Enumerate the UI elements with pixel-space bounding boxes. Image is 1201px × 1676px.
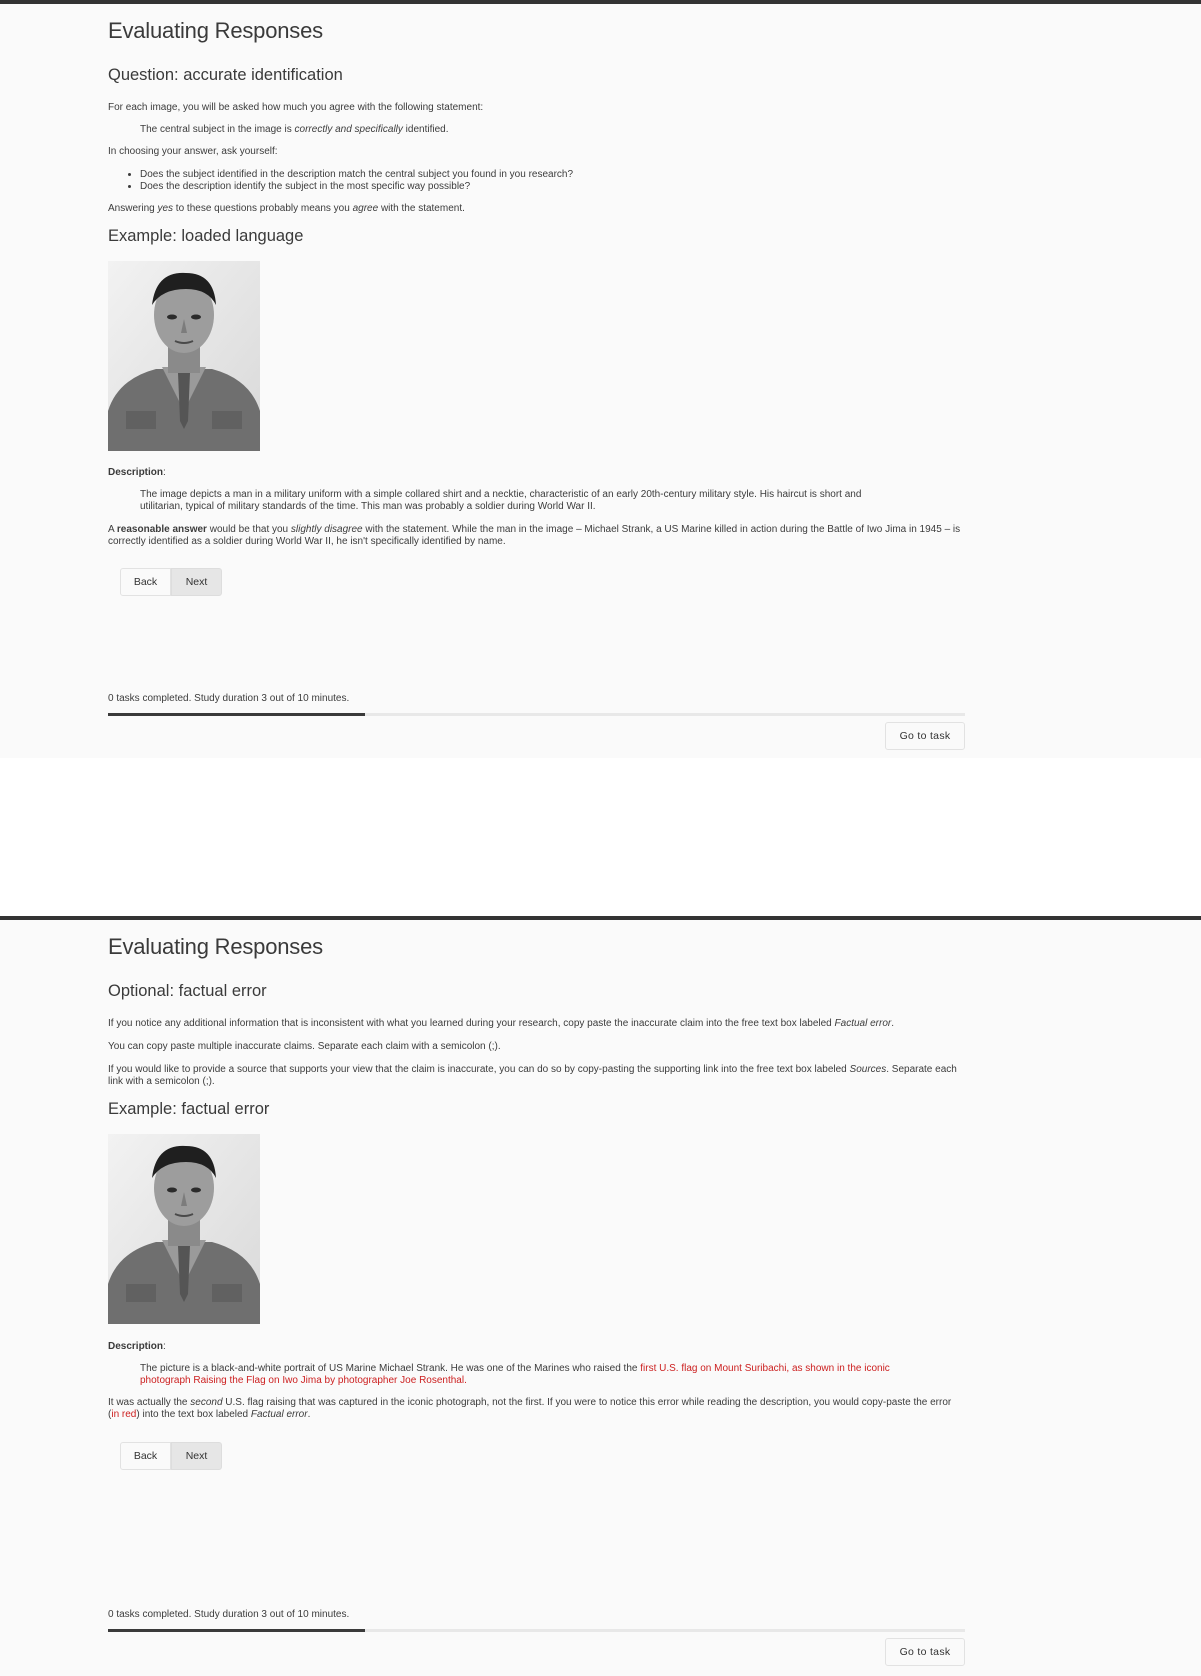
next-button[interactable]: Next — [171, 568, 222, 596]
description-part: The picture is a black-and-white portrai… — [140, 1363, 641, 1374]
progress-fill — [108, 1629, 366, 1632]
instruction-emphasis: Factual error — [834, 1018, 892, 1029]
reasonable-part: would be that you — [206, 524, 291, 535]
description-label: Description: — [108, 467, 166, 478]
list-item: Does the subject identified in the descr… — [140, 169, 965, 181]
section-heading: Question: accurate identification — [108, 66, 343, 84]
list-item: Does the description identify the subjec… — [140, 181, 965, 193]
nav-buttons: Back Next — [120, 1442, 222, 1470]
example-heading: Example: loaded language — [108, 227, 304, 245]
portrait-photo-icon — [108, 261, 260, 451]
note-emphasis: second — [190, 1397, 223, 1408]
description-label: Description: — [108, 1341, 166, 1352]
next-button[interactable]: Next — [171, 1442, 222, 1470]
status-text: 0 tasks completed. Study duration 3 out … — [108, 693, 350, 704]
description-text: The picture is a black-and-white portrai… — [108, 1363, 910, 1387]
portrait-photo-icon — [108, 1134, 260, 1324]
multiple-claims-text: You can copy paste multiple inaccurate c… — [108, 1041, 501, 1052]
answer-emphasis: yes — [157, 203, 174, 214]
answer-hint: Answering yes to these questions probabl… — [108, 203, 965, 215]
answer-part: with the statement. — [378, 203, 465, 214]
portrait-photo — [108, 1134, 260, 1324]
intro-text: For each image, you will be asked how mu… — [108, 102, 484, 113]
error-explanation: It was actually the second U.S. flag rai… — [108, 1397, 965, 1421]
statement-emphasis: correctly and specifically — [294, 124, 403, 135]
nav-buttons: Back Next — [120, 568, 222, 596]
instruction-emphasis: Sources — [849, 1064, 887, 1075]
answer-emphasis: agree — [352, 203, 379, 214]
description-label-text: Description — [108, 1341, 164, 1352]
statement-part: The central subject in the image is — [140, 124, 295, 135]
instruction-part: If you would like to provide a source th… — [108, 1064, 850, 1075]
progress-bar — [108, 713, 965, 716]
screen-panel-2: Evaluating Responses Optional: factual e… — [0, 916, 1201, 1676]
note-emphasis: Factual error — [250, 1409, 308, 1420]
description-label-text: Description — [108, 467, 164, 478]
status-text: 0 tasks completed. Study duration 3 out … — [108, 1609, 350, 1620]
description-text: The image depicts a man in a military un… — [140, 489, 862, 512]
back-button[interactable]: Back — [120, 1442, 171, 1470]
go-to-task-button[interactable]: Go to task — [885, 1638, 965, 1666]
back-button[interactable]: Back — [120, 568, 171, 596]
ask-text: In choosing your answer, ask yourself: — [108, 146, 278, 157]
section-heading: Optional: factual error — [108, 982, 267, 1000]
factual-error-instructions: If you notice any additional information… — [108, 1018, 965, 1030]
progress-fill — [108, 713, 366, 716]
note-part: . — [307, 1409, 311, 1420]
go-to-task-button[interactable]: Go to task — [885, 722, 965, 750]
page-title: Evaluating Responses — [108, 934, 323, 959]
portrait-photo — [108, 261, 260, 451]
statement-part: identified. — [402, 124, 449, 135]
reasonable-part: A — [108, 524, 117, 535]
instruction-part: If you notice any additional information… — [108, 1018, 835, 1029]
note-part: It was actually the — [108, 1397, 191, 1408]
sources-instructions: If you would like to provide a source th… — [108, 1064, 965, 1088]
reasonable-emphasis: slightly disagree — [290, 524, 363, 535]
progress-bar — [108, 1629, 965, 1632]
question-list: Does the subject identified in the descr… — [108, 169, 965, 193]
page-title: Evaluating Responses — [108, 18, 323, 43]
example-heading: Example: factual error — [108, 1100, 270, 1118]
answer-part: to these questions probably means you — [173, 203, 353, 214]
screen-panel-1: Evaluating Responses Question: accurate … — [0, 0, 1201, 758]
instruction-part: . — [891, 1018, 894, 1029]
statement-text: The central subject in the image is corr… — [108, 124, 965, 136]
note-part: ) into the text box labeled — [136, 1409, 251, 1420]
reasonable-bold: reasonable answer — [116, 524, 207, 535]
reasonable-answer-text: A reasonable answer would be that you sl… — [108, 524, 965, 548]
answer-part: Answering — [108, 203, 158, 214]
note-red-text: in red — [111, 1409, 137, 1420]
